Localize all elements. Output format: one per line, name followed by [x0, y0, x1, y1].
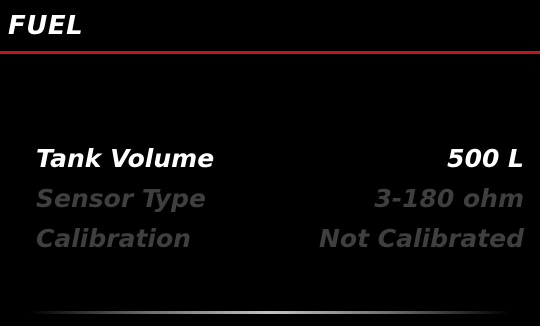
fuel-settings-screen: FUEL Tank Volume 500 L Sensor Type 3-180… — [0, 0, 540, 326]
sensor-type-value: 3-180 ohm — [374, 184, 524, 213]
tank-volume-value: 500 L — [447, 144, 524, 173]
sensor-type-label: Sensor Type — [36, 184, 206, 213]
screen-header: FUEL — [0, 0, 540, 54]
settings-list: Tank Volume 500 L Sensor Type 3-180 ohm … — [36, 140, 524, 260]
setting-row-tank-volume[interactable]: Tank Volume 500 L — [36, 140, 524, 180]
calibration-label: Calibration — [36, 224, 191, 253]
setting-row-sensor-type[interactable]: Sensor Type 3-180 ohm — [36, 180, 524, 220]
screen-title: FUEL — [8, 11, 84, 41]
header-divider — [0, 51, 540, 54]
bottom-glow-divider — [30, 311, 510, 314]
setting-row-calibration[interactable]: Calibration Not Calibrated — [36, 220, 524, 260]
calibration-value: Not Calibrated — [318, 224, 524, 253]
tank-volume-label: Tank Volume — [36, 144, 215, 173]
